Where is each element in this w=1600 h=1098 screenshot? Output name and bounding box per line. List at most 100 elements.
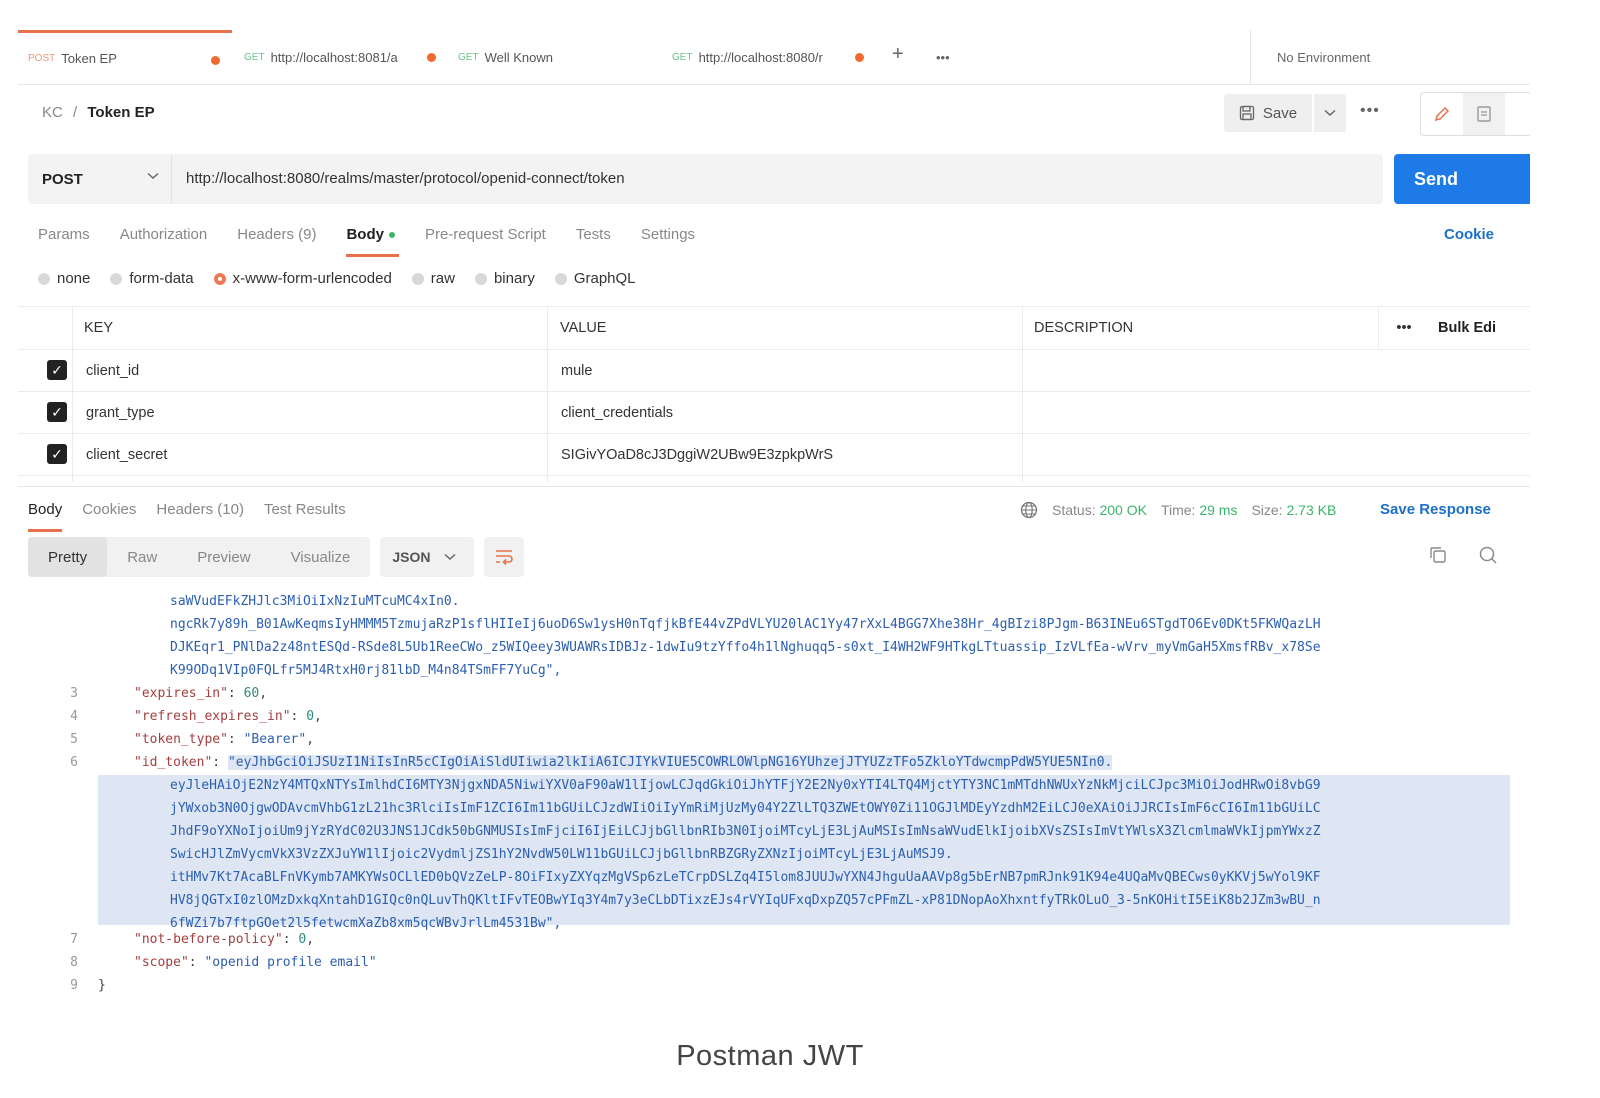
environment-label: No Environment xyxy=(1277,50,1370,65)
tab-method: GET xyxy=(458,52,479,63)
resp-tab-test-results[interactable]: Test Results xyxy=(264,501,346,518)
tab-method: POST xyxy=(28,53,55,64)
save-button[interactable]: Save xyxy=(1224,94,1312,132)
tab-body[interactable]: Body xyxy=(346,226,395,243)
line-number: 5 xyxy=(58,729,78,751)
tab-headers[interactable]: Headers (9) xyxy=(237,226,316,243)
tab-method: GET xyxy=(672,52,693,63)
url-bar: POST http://localhost:8080/realms/master… xyxy=(28,154,1383,204)
save-response-button[interactable]: Save Response xyxy=(1380,501,1491,518)
code-line: "refresh_expires_in": 0, xyxy=(134,706,322,728)
copy-button[interactable] xyxy=(1428,545,1448,569)
radio-none[interactable]: none xyxy=(38,270,90,287)
view-mode-toggle xyxy=(1420,92,1530,136)
environment-selector[interactable]: No Environment xyxy=(1250,30,1530,84)
wrap-lines-button[interactable] xyxy=(484,537,524,577)
resp-tab-headers[interactable]: Headers (10) xyxy=(156,501,244,518)
row-value[interactable]: mule xyxy=(561,350,592,391)
row-checkbox[interactable]: ✓ xyxy=(47,402,67,422)
table-row: ✓ client_id mule xyxy=(18,350,1530,392)
code-line: ngcRk7y89h_B01AwKeqmsIyHMMM5TzmujaRzP1sf… xyxy=(170,614,1321,636)
format-select[interactable]: JSON xyxy=(380,537,474,577)
row-value[interactable]: client_credentials xyxy=(561,392,673,433)
tab-token-ep[interactable]: POST Token EP xyxy=(18,30,232,84)
row-value[interactable]: SIGivYOaD8cJ3DggiW2UBw9E3zpkpWrS xyxy=(561,434,833,475)
code-line: eyJleHAiOjE2NzY4MTQxNTYsImlhdCI6MTY3Njgx… xyxy=(170,775,1321,797)
view-raw[interactable]: Raw xyxy=(107,537,177,577)
tab-localhost-8081[interactable]: GET http://localhost:8081/a xyxy=(234,30,448,84)
search-button[interactable] xyxy=(1478,545,1498,569)
code-line: "scope": "openid profile email" xyxy=(134,952,377,974)
tab-tests[interactable]: Tests xyxy=(576,226,611,243)
radio-circle-selected xyxy=(214,273,226,285)
tab-params[interactable]: Params xyxy=(38,226,90,243)
radio-label: form-data xyxy=(129,270,193,287)
view-visualize[interactable]: Visualize xyxy=(271,537,371,577)
table-more-button[interactable]: ••• xyxy=(1378,307,1429,349)
radio-circle xyxy=(555,273,567,285)
radio-binary[interactable]: binary xyxy=(475,270,535,287)
code-line: K99ODq1VIp0FQLfr5MJ4RtxH0rj81lbD_M4n84TS… xyxy=(170,660,561,682)
table-row: ✓ client_secret SIGivYOaD8cJ3DggiW2UBw9E… xyxy=(18,434,1530,476)
resp-tab-body[interactable]: Body xyxy=(28,501,62,518)
bulk-edit-button[interactable]: Bulk Edi xyxy=(1438,307,1496,349)
figure-caption: Postman JWT xyxy=(0,1040,1540,1073)
tab-pre-request-script[interactable]: Pre-request Script xyxy=(425,226,546,243)
send-button[interactable]: Send xyxy=(1394,154,1530,204)
code-line: HV8jQGTxI0zlOMzDxkqXntahD1GIQc0nQLuvThQK… xyxy=(170,890,1321,912)
row-checkbox[interactable]: ✓ xyxy=(47,360,67,380)
code-line: "id_token": "eyJhbGciOiJSUzI1NiIsInR5cCI… xyxy=(134,752,1112,774)
code-line: DJKEqr1_PNlDa2z48ntESQd-RSde8L5Ub1ReeCWo… xyxy=(170,637,1321,659)
response-tabs: Body Cookies Headers (10) Test Results xyxy=(28,501,366,518)
row-key[interactable]: client_secret xyxy=(86,434,167,475)
view-pretty[interactable]: Pretty xyxy=(28,537,107,577)
radio-circle xyxy=(412,273,424,285)
time-text: Time: 29 ms xyxy=(1161,502,1238,518)
line-number: 7 xyxy=(58,929,78,951)
resp-tab-cookies[interactable]: Cookies xyxy=(82,501,136,518)
save-options-button[interactable] xyxy=(1314,94,1346,132)
radio-x-www-form-urlencoded[interactable]: x-www-form-urlencoded xyxy=(214,270,392,287)
radio-form-data[interactable]: form-data xyxy=(110,270,193,287)
request-tab-bar: POST Token EP GET http://localhost:8081/… xyxy=(18,30,1530,85)
request-more-button[interactable]: ••• xyxy=(1360,102,1380,120)
breadcrumb-collection[interactable]: KC xyxy=(42,104,63,121)
url-input[interactable]: http://localhost:8080/realms/master/prot… xyxy=(186,170,625,187)
tab-settings[interactable]: Settings xyxy=(641,226,695,243)
line-number: 9 xyxy=(58,975,78,997)
radio-graphql[interactable]: GraphQL xyxy=(555,270,636,287)
row-key[interactable]: client_id xyxy=(86,350,139,391)
row-checkbox[interactable]: ✓ xyxy=(47,444,67,464)
docs-mode-button[interactable] xyxy=(1463,93,1505,135)
response-body-code[interactable]: saWVudEFkZHJlc3MiOiIxNzIuMTcuMC4xIn0. ng… xyxy=(18,583,1530,1040)
new-tab-button[interactable]: + xyxy=(892,43,904,66)
code-line: JhdF9oYXNoIjoiUm9jYzRYdC02U3JNS1JCdk50bG… xyxy=(170,821,1321,843)
size-text: Size: 2.73 KB xyxy=(1251,502,1336,518)
tab-localhost-8080[interactable]: GET http://localhost:8080/r xyxy=(662,30,876,84)
cookies-link[interactable]: Cookie xyxy=(1444,226,1494,243)
header-description: DESCRIPTION xyxy=(1034,307,1133,349)
unsaved-dot xyxy=(427,53,436,62)
tab-label: http://localhost:8080/r xyxy=(699,50,823,65)
radio-circle xyxy=(110,273,122,285)
tab-authorization[interactable]: Authorization xyxy=(120,226,208,243)
globe-icon[interactable] xyxy=(1020,501,1038,519)
edit-mode-button[interactable] xyxy=(1421,93,1463,135)
view-preview[interactable]: Preview xyxy=(177,537,270,577)
line-number: 4 xyxy=(58,706,78,728)
code-line: SwicHJlZmVycmVkX3VzZXJuYW1lIjoic2VydmljZ… xyxy=(170,844,953,866)
tab-well-known[interactable]: GET Well Known xyxy=(448,30,662,84)
tab-label: Well Known xyxy=(485,50,553,65)
chevron-down-icon xyxy=(1324,109,1336,117)
size-value: 2.73 KB xyxy=(1286,502,1336,518)
line-number: 8 xyxy=(58,952,78,974)
row-key[interactable]: grant_type xyxy=(86,392,155,433)
code-line: jYWxob3N0OjgwODAvcmVhbG1zL21hc3RlciIsImF… xyxy=(170,798,1321,820)
response-view-bar: Pretty Raw Preview Visualize JSON xyxy=(28,537,524,577)
response-status: Status: 200 OK Time: 29 ms Size: 2.73 KB xyxy=(1020,501,1336,519)
radio-raw[interactable]: raw xyxy=(412,270,455,287)
method-select[interactable]: POST xyxy=(28,154,172,204)
radio-label: binary xyxy=(494,270,535,287)
tabs-more-button[interactable]: ••• xyxy=(936,50,950,65)
time-value: 29 ms xyxy=(1199,502,1237,518)
